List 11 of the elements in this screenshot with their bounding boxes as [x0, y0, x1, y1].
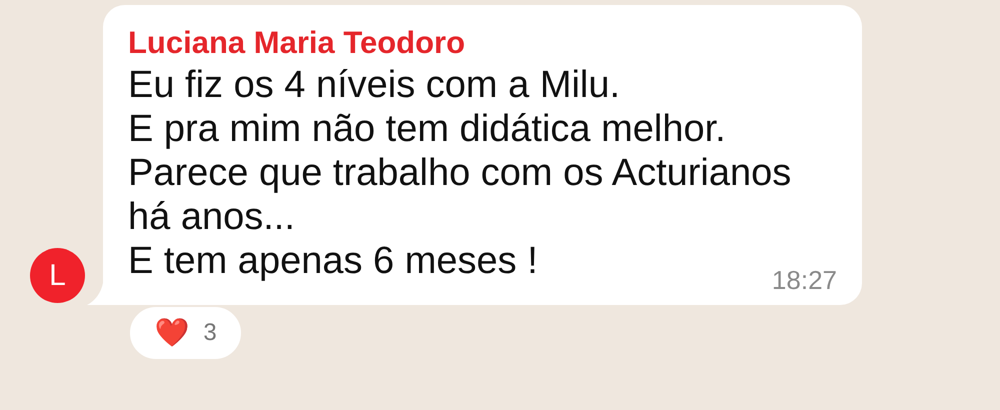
avatar[interactable]: L — [30, 248, 85, 303]
message-text: E pra mim não tem didática melhor. — [128, 107, 726, 151]
reaction-pill[interactable]: ❤ 3 — [128, 305, 243, 361]
reaction-count: 3 — [203, 318, 217, 348]
message-time: 18:27 — [772, 265, 837, 295]
message-text: Eu fiz os 4 níveis com a Milu. — [128, 63, 620, 107]
message-text: Parece que trabalho com os Acturianos — [128, 151, 792, 195]
message-text: há anos... — [128, 195, 295, 239]
heart-emoji: ❤ — [154, 316, 190, 350]
sender-name: Luciana Maria Teodoro — [128, 25, 466, 61]
message-text: E tem apenas 6 meses ! — [128, 239, 538, 283]
